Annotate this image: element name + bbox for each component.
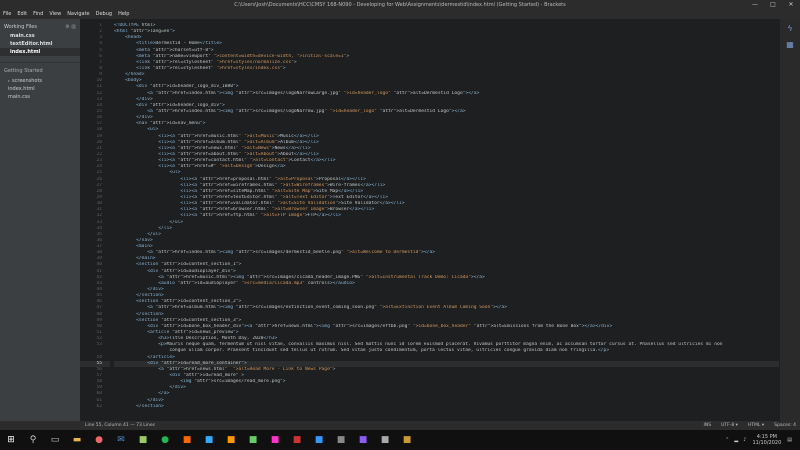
minimize-button[interactable]: — [746, 0, 764, 10]
spotify-icon[interactable]: ● [154, 430, 176, 450]
code-editor[interactable]: 1 2 3 4 5 6 7 8 9 10 11 12 13 14 15 16 17 18 19 20 21 22 23 24 2… [80, 19, 780, 430]
clock[interactable]: 4:15 PM 11/10/2020 [752, 434, 781, 446]
file-explorer-icon[interactable]: ▬ [66, 430, 88, 450]
code-line[interactable]: </section> [114, 404, 779, 410]
insert-mode[interactable]: INS [704, 421, 712, 430]
window-title: C:\Users\Josh\Documents\HCC\CMSY 168-N09… [234, 2, 566, 8]
extension-manager-icon[interactable]: ▦ [784, 39, 796, 51]
tray-chevron-icon[interactable]: ⌃ [725, 437, 729, 443]
menu-debug[interactable]: Debug [96, 10, 112, 19]
cursor-position: Line 55, Column 41 — 73 Lines [85, 423, 156, 428]
menu-file[interactable]: File [3, 10, 11, 19]
photoshop-icon[interactable]: ■ [198, 430, 220, 450]
notification-icon[interactable]: ▤ [787, 437, 792, 443]
status-bar: Line 55, Column 41 — 73 Lines INS UTF-8 … [0, 421, 800, 430]
tree-file[interactable]: index.html [0, 85, 80, 93]
encoding-select[interactable]: UTF-8 ▾ [721, 421, 738, 430]
system-tray: ⌃ ▂ ♪ 4:15 PM 11/10/2020 ▤ [725, 430, 792, 450]
indent-setting[interactable]: Spaces: 4 [774, 421, 796, 430]
split-view-icon[interactable]: ▥ [71, 24, 76, 30]
windows-start-icon[interactable]: ⊞ [0, 430, 22, 450]
clock-date: 11/10/2020 [752, 440, 782, 446]
task-view-icon[interactable]: ▭ [44, 430, 66, 450]
dreamweaver-icon[interactable]: ■ [242, 430, 264, 450]
app-icon[interactable]: ■ [286, 430, 308, 450]
xd-icon[interactable]: ■ [264, 430, 286, 450]
taskbar: ⊞ ⚲ ▭ ▬ ● ✉ ■ ● ■ ■ ■ ■ ■ ■ ■ ■ ■ ■ ■ ⌃ … [0, 430, 800, 450]
working-file-item-active[interactable]: index.html [0, 48, 80, 56]
menu-edit[interactable]: Edit [17, 10, 27, 19]
tree-folder[interactable]: ▸ screenshots [0, 77, 80, 85]
title-bar: C:\Users\Josh\Documents\HCC\CMSY 168-N09… [0, 0, 800, 10]
menu-navigate[interactable]: Navigate [67, 10, 89, 19]
app-icon[interactable]: ■ [374, 430, 396, 450]
language-select[interactable]: HTML ▾ [748, 421, 764, 430]
volume-icon[interactable]: ♪ [743, 437, 746, 443]
menu-help[interactable]: Help [118, 10, 129, 19]
live-preview-icon[interactable]: ϟ [784, 23, 796, 35]
tree-file[interactable]: main.css [0, 93, 80, 101]
menu-view[interactable]: View [49, 10, 61, 19]
gear-icon[interactable]: ⚙ [65, 24, 69, 30]
close-button[interactable]: ✕ [782, 0, 800, 10]
sidebar: Working Files ⚙ ▥ main.css textEditor.ht… [0, 19, 80, 430]
working-file-item[interactable]: textEditor.html [0, 40, 80, 48]
app-icon[interactable]: ■ [396, 430, 418, 450]
right-toolbar: ϟ ▦ [780, 19, 800, 430]
app-icon[interactable]: ■ [132, 430, 154, 450]
illustrator-icon[interactable]: ■ [220, 430, 242, 450]
code-area[interactable]: <!DOCTYPE html> <html "attr">lang=en"> <h… [114, 23, 779, 410]
working-file-item[interactable]: main.css [0, 32, 80, 40]
app-icon[interactable]: ■ [176, 430, 198, 450]
network-icon[interactable]: ▂ [734, 437, 738, 443]
browser-icon[interactable]: ● [88, 430, 110, 450]
search-icon[interactable]: ⚲ [22, 430, 44, 450]
app-icon[interactable]: ■ [352, 430, 374, 450]
maximize-button[interactable]: □ [764, 0, 782, 10]
app-icon[interactable]: ■ [330, 430, 352, 450]
brackets-icon[interactable]: ■ [308, 430, 330, 450]
caret-right-icon: ▸ [8, 78, 11, 83]
mail-icon[interactable]: ✉ [110, 430, 132, 450]
menu-bar: File Edit Find View Navigate Debug Help [0, 10, 800, 19]
line-number-gutter: 1 2 3 4 5 6 7 8 9 10 11 12 13 14 15 16 17 18 19 20 21 22 23 24 2… [80, 23, 110, 410]
line-number: 62 [96, 403, 102, 409]
working-files-label: Working Files [4, 24, 37, 30]
menu-find[interactable]: Find [33, 10, 43, 19]
project-title[interactable]: Getting Started [0, 62, 80, 77]
